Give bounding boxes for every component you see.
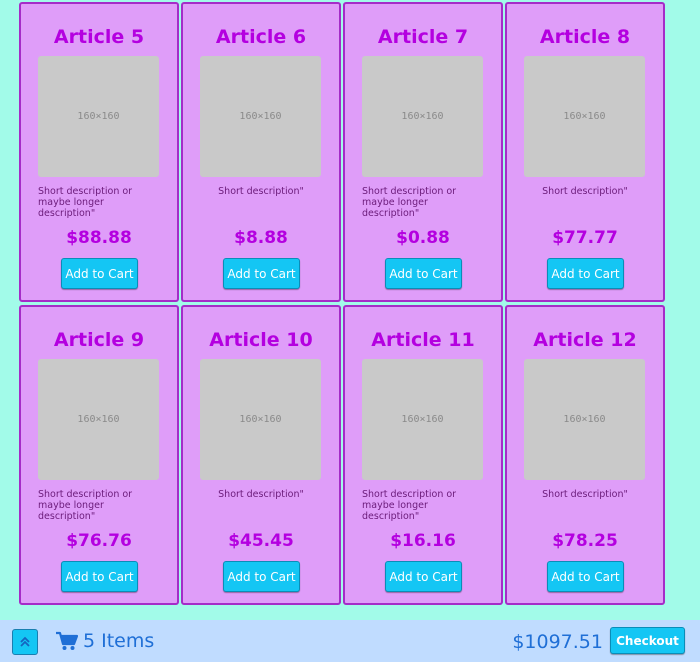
add-to-cart-button[interactable]: Add to Cart [385, 258, 462, 289]
product-title: Article 7 [377, 26, 469, 48]
checkout-button[interactable]: Checkout [610, 627, 685, 654]
product-description: Short description" [542, 186, 628, 197]
add-to-cart-button[interactable]: Add to Cart [223, 561, 300, 592]
product-card: Article 5 160×160 Short description or m… [19, 2, 179, 302]
cart-summary[interactable]: 5 Items [56, 630, 154, 652]
product-description: Short description or maybe longer descri… [362, 489, 457, 522]
cart-total: $1097.51 [512, 631, 603, 653]
product-card: Article 8 160×160 Short description" $77… [505, 2, 665, 302]
product-title: Article 10 [209, 329, 313, 351]
product-price: $45.45 [228, 531, 294, 551]
scroll-to-top-button[interactable] [12, 629, 38, 655]
product-price: $78.25 [552, 531, 618, 551]
add-to-cart-button[interactable]: Add to Cart [61, 258, 138, 289]
product-price: $88.88 [66, 228, 132, 248]
double-chevron-up-icon [20, 636, 30, 647]
product-image-placeholder: 160×160 [200, 359, 321, 480]
add-to-cart-button[interactable]: Add to Cart [547, 561, 624, 592]
product-description: Short description" [542, 489, 628, 500]
product-image-placeholder: 160×160 [524, 359, 645, 480]
product-title: Article 5 [53, 26, 145, 48]
product-price: $8.88 [234, 228, 288, 248]
product-image-placeholder: 160×160 [362, 56, 483, 177]
product-description: Short description or maybe longer descri… [38, 186, 133, 219]
product-image-placeholder: 160×160 [200, 56, 321, 177]
cart-footer-bar: 5 Items $1097.51 Checkout [0, 620, 700, 662]
product-card: Article 12 160×160 Short description" $7… [505, 305, 665, 605]
product-title: Article 12 [533, 329, 637, 351]
product-image-placeholder: 160×160 [38, 359, 159, 480]
product-card: Article 10 160×160 Short description" $4… [181, 305, 341, 605]
product-price: $0.88 [396, 228, 450, 248]
product-title: Article 9 [53, 329, 145, 351]
add-to-cart-button[interactable]: Add to Cart [61, 561, 138, 592]
cart-items-count: 5 Items [83, 630, 155, 652]
product-grid: Article 5 160×160 Short description or m… [19, 2, 665, 605]
product-title: Article 8 [539, 26, 631, 48]
add-to-cart-button[interactable]: Add to Cart [223, 258, 300, 289]
shopping-cart-icon [56, 631, 78, 650]
product-price: $76.76 [66, 531, 132, 551]
product-image-placeholder: 160×160 [38, 56, 159, 177]
product-title: Article 6 [215, 26, 307, 48]
product-image-placeholder: 160×160 [362, 359, 483, 480]
add-to-cart-button[interactable]: Add to Cart [385, 561, 462, 592]
product-title: Article 11 [371, 329, 475, 351]
product-description: Short description or maybe longer descri… [362, 186, 457, 219]
product-description: Short description" [218, 186, 304, 197]
product-price: $77.77 [552, 228, 618, 248]
product-description: Short description or maybe longer descri… [38, 489, 133, 522]
add-to-cart-button[interactable]: Add to Cart [547, 258, 624, 289]
product-description: Short description" [218, 489, 304, 500]
product-image-placeholder: 160×160 [524, 56, 645, 177]
product-card: Article 6 160×160 Short description" $8.… [181, 2, 341, 302]
product-price: $16.16 [390, 531, 456, 551]
product-card: Article 9 160×160 Short description or m… [19, 305, 179, 605]
product-card: Article 7 160×160 Short description or m… [343, 2, 503, 302]
product-card: Article 11 160×160 Short description or … [343, 305, 503, 605]
